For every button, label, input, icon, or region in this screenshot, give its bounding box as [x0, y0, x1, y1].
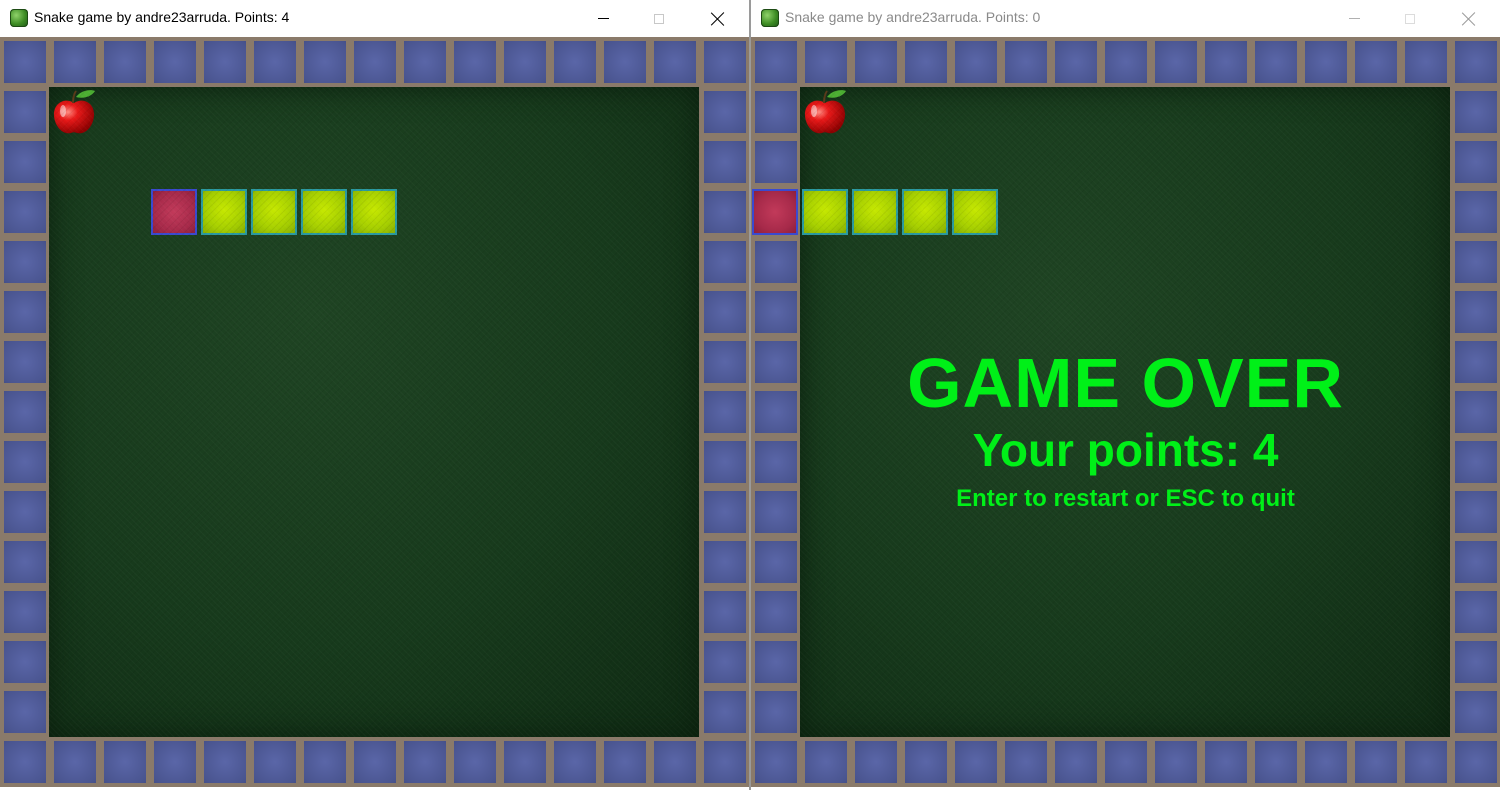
final-points-text: Your points: 4	[972, 424, 1279, 476]
maximize-icon	[1405, 13, 1415, 24]
minimize-button[interactable]	[580, 0, 626, 37]
maximize-button[interactable]	[1387, 0, 1433, 37]
title-bar[interactable]: Snake game by andre23arruda. Points: 0	[751, 0, 1500, 37]
game-board	[0, 37, 749, 787]
snake-body-segment	[301, 189, 347, 235]
snake-body-segment	[351, 189, 397, 235]
snake-body-segment	[852, 189, 898, 235]
snake-head	[752, 189, 798, 235]
window-title: Snake game by andre23arruda. Points: 4	[34, 9, 290, 25]
maximize-icon	[654, 13, 664, 24]
close-icon	[1462, 12, 1476, 26]
minimize-icon	[1348, 18, 1360, 19]
snake-body-segment	[952, 189, 998, 235]
restart-hint-text: Enter to restart or ESC to quit	[956, 485, 1295, 512]
snake-body-segment	[201, 189, 247, 235]
game-over-title: GAME OVER	[907, 344, 1344, 422]
game-window-left: Snake game by andre23arruda. Points: 4	[0, 0, 749, 790]
game-window-right: Snake game by andre23arruda. Points: 0 G…	[751, 0, 1500, 790]
snake-app-icon	[761, 9, 779, 27]
snake-body-segment	[802, 189, 848, 235]
title-bar[interactable]: Snake game by andre23arruda. Points: 4	[0, 0, 749, 37]
snake-head	[151, 189, 197, 235]
snake-app-icon	[10, 9, 28, 27]
minimize-icon	[597, 18, 609, 19]
snake-body-segment	[251, 189, 297, 235]
close-button[interactable]	[1446, 0, 1492, 37]
play-field	[49, 87, 699, 737]
maximize-button[interactable]	[636, 0, 682, 37]
apple-icon	[53, 90, 95, 134]
window-title: Snake game by andre23arruda. Points: 0	[785, 9, 1041, 25]
close-icon	[711, 12, 725, 26]
apple-icon	[804, 90, 846, 134]
snake-body-segment	[902, 189, 948, 235]
close-button[interactable]	[695, 0, 741, 37]
minimize-button[interactable]	[1331, 0, 1377, 37]
